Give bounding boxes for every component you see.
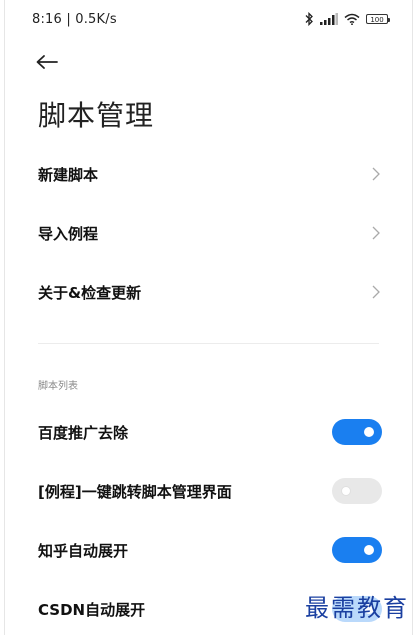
back-arrow-icon xyxy=(36,55,58,69)
script-toggle-zhihu[interactable] xyxy=(332,537,382,563)
watermark-logo: 最需教育 xyxy=(305,588,409,623)
chevron-right-icon xyxy=(372,226,380,240)
toggle-knob xyxy=(341,486,351,496)
page-title: 脚本管理 xyxy=(38,99,155,132)
script-label: CSDN自动展开 xyxy=(38,600,146,619)
screen-frame: 8:16 | 0.5K/s 100 脚本管理 新建脚本 导入例程 关于&检查更新… xyxy=(4,0,413,635)
chevron-right-icon xyxy=(372,167,380,181)
script-label: [例程]一键跳转脚本管理界面 xyxy=(38,482,232,501)
about-check-update-item[interactable]: 关于&检查更新 xyxy=(5,263,412,321)
chevron-right-icon xyxy=(372,285,380,299)
section-header: 脚本列表 xyxy=(38,381,78,392)
new-script-item[interactable]: 新建脚本 xyxy=(5,145,412,203)
script-row-baidu: 百度推广去除 xyxy=(5,403,412,461)
menu-item-label: 新建脚本 xyxy=(38,165,99,184)
wifi-icon xyxy=(344,13,360,25)
battery-icon: 100 xyxy=(366,14,390,24)
status-icons: 100 xyxy=(304,12,390,26)
status-time-speed: 8:16 | 0.5K/s xyxy=(32,12,117,27)
bluetooth-icon xyxy=(305,12,313,26)
signal-icon xyxy=(320,13,338,25)
script-label: 知乎自动展开 xyxy=(38,541,129,560)
toggle-knob xyxy=(364,545,374,555)
back-button[interactable] xyxy=(35,48,65,76)
status-bar: 8:16 | 0.5K/s 100 xyxy=(5,0,412,40)
menu-item-label: 导入例程 xyxy=(38,224,99,243)
script-toggle-baidu[interactable] xyxy=(332,419,382,445)
menu-item-label: 关于&检查更新 xyxy=(38,283,142,302)
script-toggle-example[interactable] xyxy=(332,478,382,504)
script-label: 百度推广去除 xyxy=(38,423,129,442)
script-row-example: [例程]一键跳转脚本管理界面 xyxy=(5,462,412,520)
section-divider xyxy=(38,343,379,344)
import-example-item[interactable]: 导入例程 xyxy=(5,204,412,262)
toggle-knob xyxy=(364,427,374,437)
script-row-zhihu: 知乎自动展开 xyxy=(5,521,412,579)
